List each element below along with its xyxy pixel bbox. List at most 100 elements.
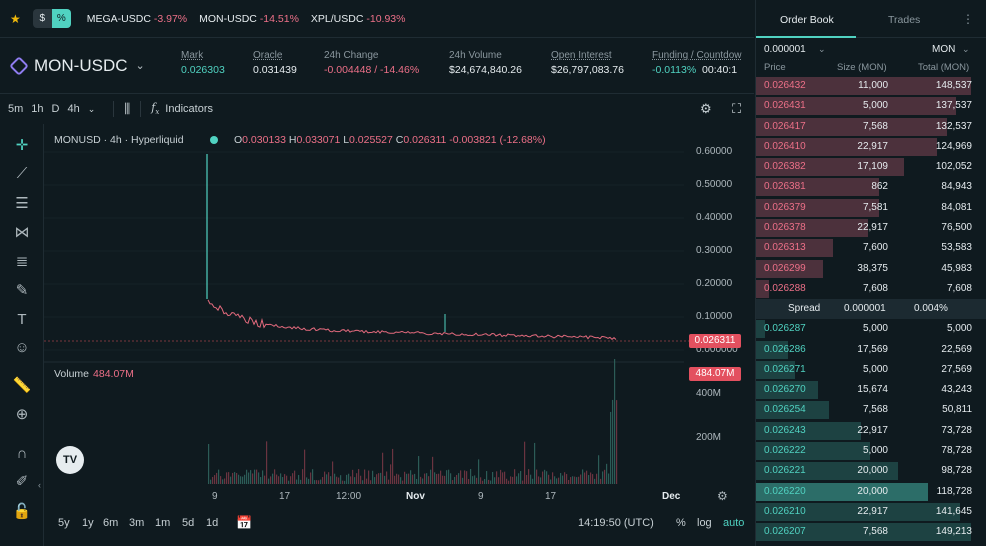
bid-row[interactable]: 0.026222 5,000 78,728 bbox=[756, 441, 986, 461]
bid-row[interactable]: 0.026221 20,000 98,728 bbox=[756, 461, 986, 481]
tab-trades[interactable]: Trades bbox=[888, 14, 920, 26]
volume-bar bbox=[240, 476, 242, 484]
pattern-icon[interactable]: ⋈ bbox=[12, 223, 32, 243]
pair-selector[interactable]: MON-USDC ⌄ bbox=[0, 56, 180, 76]
text-icon[interactable]: T bbox=[12, 310, 32, 330]
volume-bar bbox=[386, 471, 388, 484]
range-1d[interactable]: 1d bbox=[206, 517, 218, 529]
ticker-item[interactable]: MEGA-USDC -3.97% bbox=[87, 13, 187, 25]
volume-bar bbox=[208, 444, 210, 484]
range-3m[interactable]: 3m bbox=[129, 517, 144, 529]
indicators-button[interactable]: Indicators bbox=[165, 103, 213, 115]
bid-row[interactable]: 0.026207 7,568 149,213 bbox=[756, 522, 986, 542]
ticker-item[interactable]: MON-USDC -14.51% bbox=[199, 13, 299, 25]
more-options-icon[interactable]: ⋮ bbox=[962, 12, 974, 26]
ask-row[interactable]: 0.026379 7,581 84,081 bbox=[756, 198, 986, 218]
volume-bar bbox=[452, 480, 454, 484]
fullscreen-icon[interactable]: ⛶ bbox=[732, 101, 741, 117]
pair-name: MON-USDC bbox=[34, 55, 128, 75]
chevron-down-icon[interactable]: ⌄ bbox=[818, 44, 826, 55]
dollar-toggle[interactable]: $ bbox=[32, 9, 52, 28]
bid-row[interactable]: 0.026287 5,000 5,000 bbox=[756, 319, 986, 339]
range-5d[interactable]: 5d bbox=[182, 517, 194, 529]
stat-value: -0.004448 / -14.46% bbox=[324, 64, 420, 76]
chart-settings-icon[interactable]: ⚙ bbox=[717, 489, 728, 503]
volume-bar bbox=[230, 476, 232, 484]
volume-bar bbox=[578, 476, 580, 484]
bid-row[interactable]: 0.026286 17,569 22,569 bbox=[756, 340, 986, 360]
ask-row[interactable]: 0.026410 22,917 124,969 bbox=[756, 137, 986, 157]
ruler-icon[interactable]: 📏 bbox=[12, 376, 32, 396]
ask-row[interactable]: 0.026378 22,917 76,500 bbox=[756, 218, 986, 238]
utc-clock[interactable]: 14:19:50 (UTC) bbox=[578, 517, 654, 529]
ask-row[interactable]: 0.026431 5,000 137,537 bbox=[756, 96, 986, 116]
range-1m[interactable]: 1m bbox=[155, 517, 170, 529]
row-size: 7,568 bbox=[862, 120, 888, 132]
timeframe-d[interactable]: D bbox=[52, 103, 60, 115]
calendar-icon[interactable]: 📅 bbox=[236, 515, 252, 531]
log-scale-toggle[interactable]: log bbox=[697, 517, 712, 529]
lock-icon[interactable]: 🔓 bbox=[12, 502, 32, 522]
unit-select[interactable]: MON bbox=[932, 44, 955, 55]
ask-row[interactable]: 0.026417 7,568 132,537 bbox=[756, 117, 986, 137]
chevron-down-icon[interactable]: ⌄ bbox=[88, 104, 96, 115]
stat-label: Open Interest bbox=[551, 50, 612, 61]
volume-bar bbox=[414, 473, 416, 484]
percent-scale-toggle[interactable]: % bbox=[676, 517, 686, 529]
volume-bar bbox=[248, 472, 250, 484]
zoom-in-icon[interactable]: ⊕ bbox=[12, 405, 32, 425]
price-chart[interactable]: MONUSD · 4h · Hyperliquid O0.030133 H0.0… bbox=[44, 124, 754, 512]
bid-row[interactable]: 0.026210 22,917 141,645 bbox=[756, 502, 986, 522]
timeframe-4h[interactable]: 4h bbox=[67, 103, 79, 115]
ask-row[interactable]: 0.026432 11,000 148,537 bbox=[756, 76, 986, 96]
settings-search-icon[interactable]: ⚙ bbox=[700, 101, 712, 117]
tick-size-select[interactable]: 0.000001 bbox=[764, 44, 806, 55]
candles-icon[interactable]: ⫼ bbox=[124, 101, 130, 117]
ask-row[interactable]: 0.026381 862 84,943 bbox=[756, 177, 986, 197]
range-5y[interactable]: 5y bbox=[58, 517, 70, 529]
row-total: 141,645 bbox=[935, 505, 972, 517]
row-price: 0.026270 bbox=[764, 384, 806, 396]
ask-row[interactable]: 0.026288 7,608 7,608 bbox=[756, 279, 986, 299]
timeframe-1h[interactable]: 1h bbox=[31, 103, 43, 115]
star-icon[interactable]: ★ bbox=[10, 12, 21, 26]
trend-line-icon[interactable]: ⟋ bbox=[12, 164, 32, 184]
range-1y[interactable]: 1y bbox=[82, 517, 94, 529]
auto-scale-toggle[interactable]: auto bbox=[723, 517, 744, 529]
brush-icon[interactable]: ✎ bbox=[12, 281, 32, 301]
crosshair-icon[interactable]: ✛ bbox=[12, 136, 32, 156]
volume-bar bbox=[556, 478, 558, 484]
timeframe-5m[interactable]: 5m bbox=[8, 103, 23, 115]
horizontal-lines-icon[interactable]: ☰ bbox=[12, 194, 32, 214]
lock-drawing-icon[interactable]: ✐ bbox=[12, 472, 32, 492]
fib-icon[interactable]: ≣ bbox=[12, 252, 32, 272]
bid-row[interactable]: 0.026243 22,917 73,728 bbox=[756, 421, 986, 441]
ticker-item[interactable]: XPL/USDC -10.93% bbox=[311, 13, 406, 25]
range-6m[interactable]: 6m bbox=[103, 517, 118, 529]
order-book-header: Price Size (MON) Total (MON) bbox=[756, 60, 986, 76]
chevron-down-icon[interactable]: ⌄ bbox=[962, 44, 970, 55]
bid-row[interactable]: 0.026254 7,568 50,811 bbox=[756, 400, 986, 420]
emoji-icon[interactable]: ☺ bbox=[12, 338, 32, 358]
tab-order-book[interactable]: Order Book bbox=[780, 14, 834, 26]
volume-bar bbox=[600, 478, 602, 484]
volume-bar bbox=[430, 469, 432, 484]
currency-toggle[interactable]: $ % bbox=[32, 9, 71, 28]
stat-open-interest: Open Interest $26,797,083.76 bbox=[551, 50, 624, 76]
ask-row[interactable]: 0.026382 17,109 102,052 bbox=[756, 157, 986, 177]
magnet-icon[interactable]: ∩ bbox=[12, 444, 32, 464]
percent-toggle[interactable]: % bbox=[51, 9, 71, 28]
volume-bar bbox=[336, 476, 338, 484]
order-book-controls: 0.000001 ⌄ MON ⌄ bbox=[756, 38, 986, 60]
bid-row[interactable]: 0.026220 20,000 118,728 bbox=[756, 482, 986, 502]
function-icon[interactable]: fx bbox=[151, 101, 159, 116]
bid-row[interactable]: 0.026270 15,674 43,243 bbox=[756, 380, 986, 400]
bid-row[interactable]: 0.026271 5,000 27,569 bbox=[756, 360, 986, 380]
volume-bar bbox=[532, 478, 534, 484]
collapse-arrow-icon[interactable]: ‹ bbox=[38, 480, 41, 490]
chart-canvas bbox=[44, 151, 689, 484]
ask-row[interactable]: 0.026299 38,375 45,983 bbox=[756, 259, 986, 279]
ask-row[interactable]: 0.026313 7,600 53,583 bbox=[756, 238, 986, 258]
volume-bar bbox=[426, 473, 428, 484]
stat-label: Oracle bbox=[253, 50, 283, 61]
